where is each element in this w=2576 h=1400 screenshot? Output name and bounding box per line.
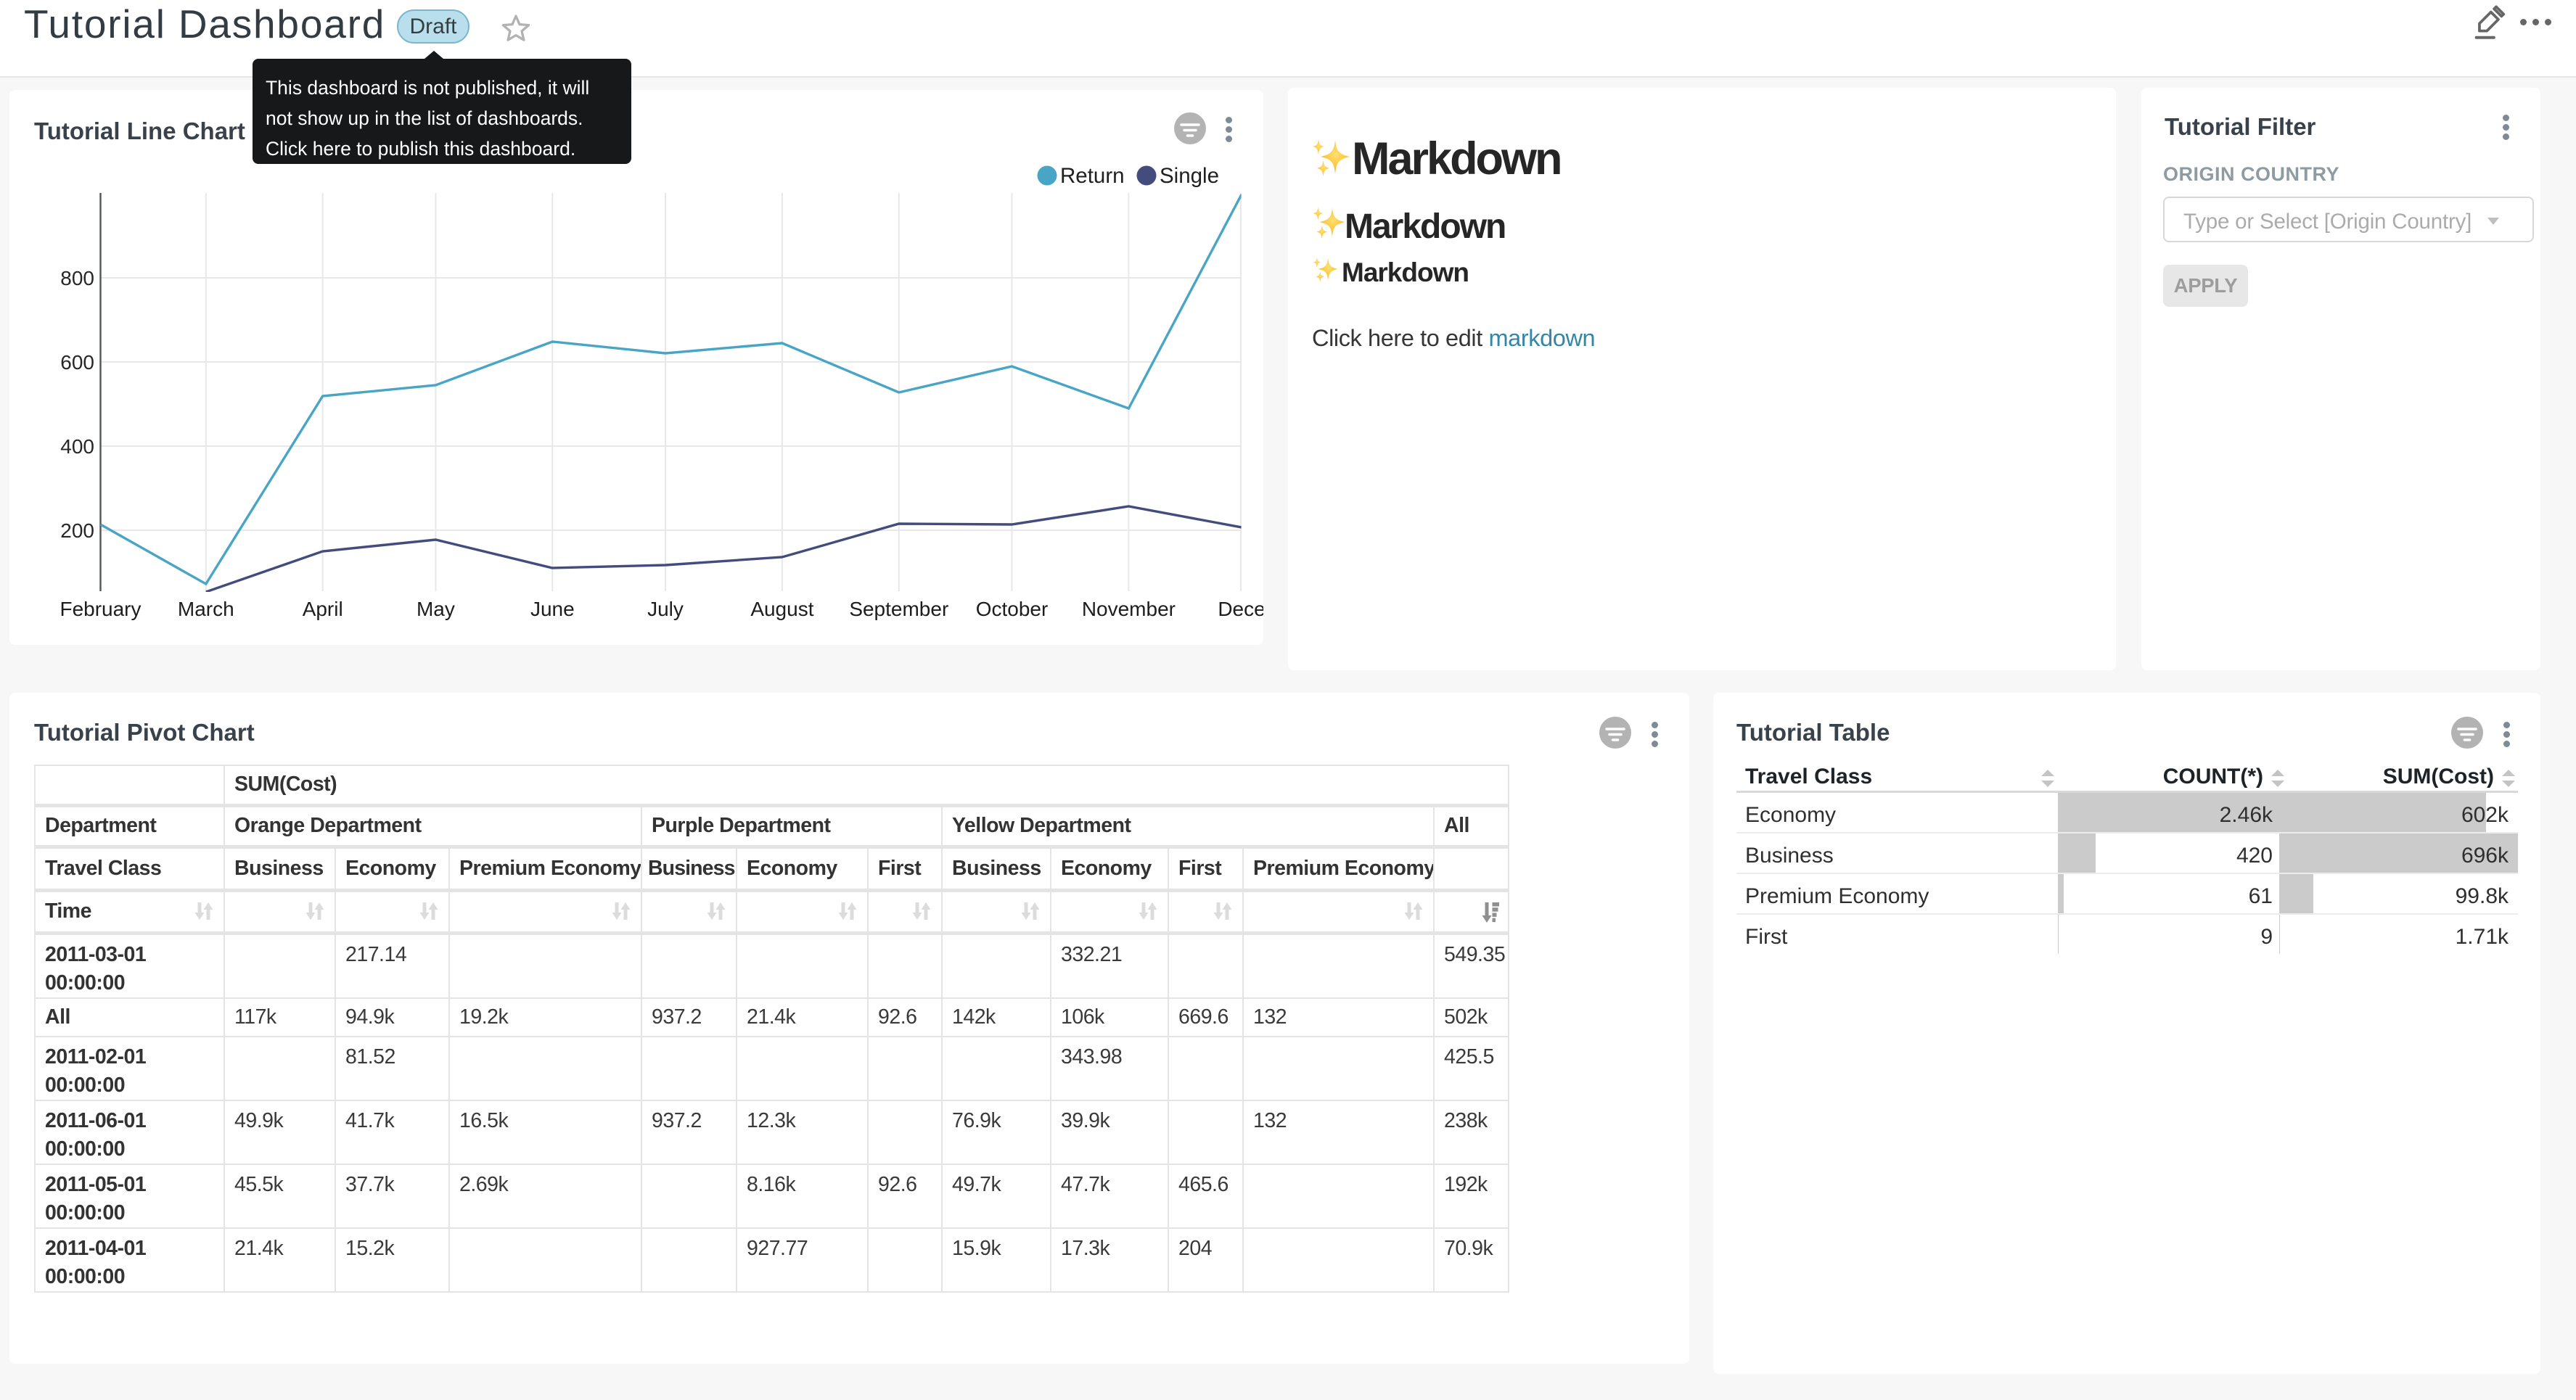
svg-text:May: May — [417, 598, 455, 620]
svg-text:November: November — [1082, 598, 1176, 620]
svg-text:February: February — [60, 598, 141, 620]
svg-text:200: 200 — [60, 519, 94, 542]
svg-text:Return: Return — [1060, 164, 1125, 188]
svg-text:April: April — [303, 598, 343, 620]
svg-text:March: March — [178, 598, 234, 620]
svg-text:Single: Single — [1160, 164, 1219, 188]
svg-text:400: 400 — [60, 435, 94, 458]
svg-text:August: August — [750, 598, 813, 620]
svg-text:October: October — [976, 598, 1049, 620]
svg-text:800: 800 — [60, 267, 94, 289]
svg-text:600: 600 — [60, 351, 94, 374]
svg-text:September: September — [849, 598, 948, 620]
svg-text:June: June — [530, 598, 575, 620]
svg-text:July: July — [647, 598, 684, 620]
svg-text:Dece: Dece — [1218, 598, 1263, 620]
